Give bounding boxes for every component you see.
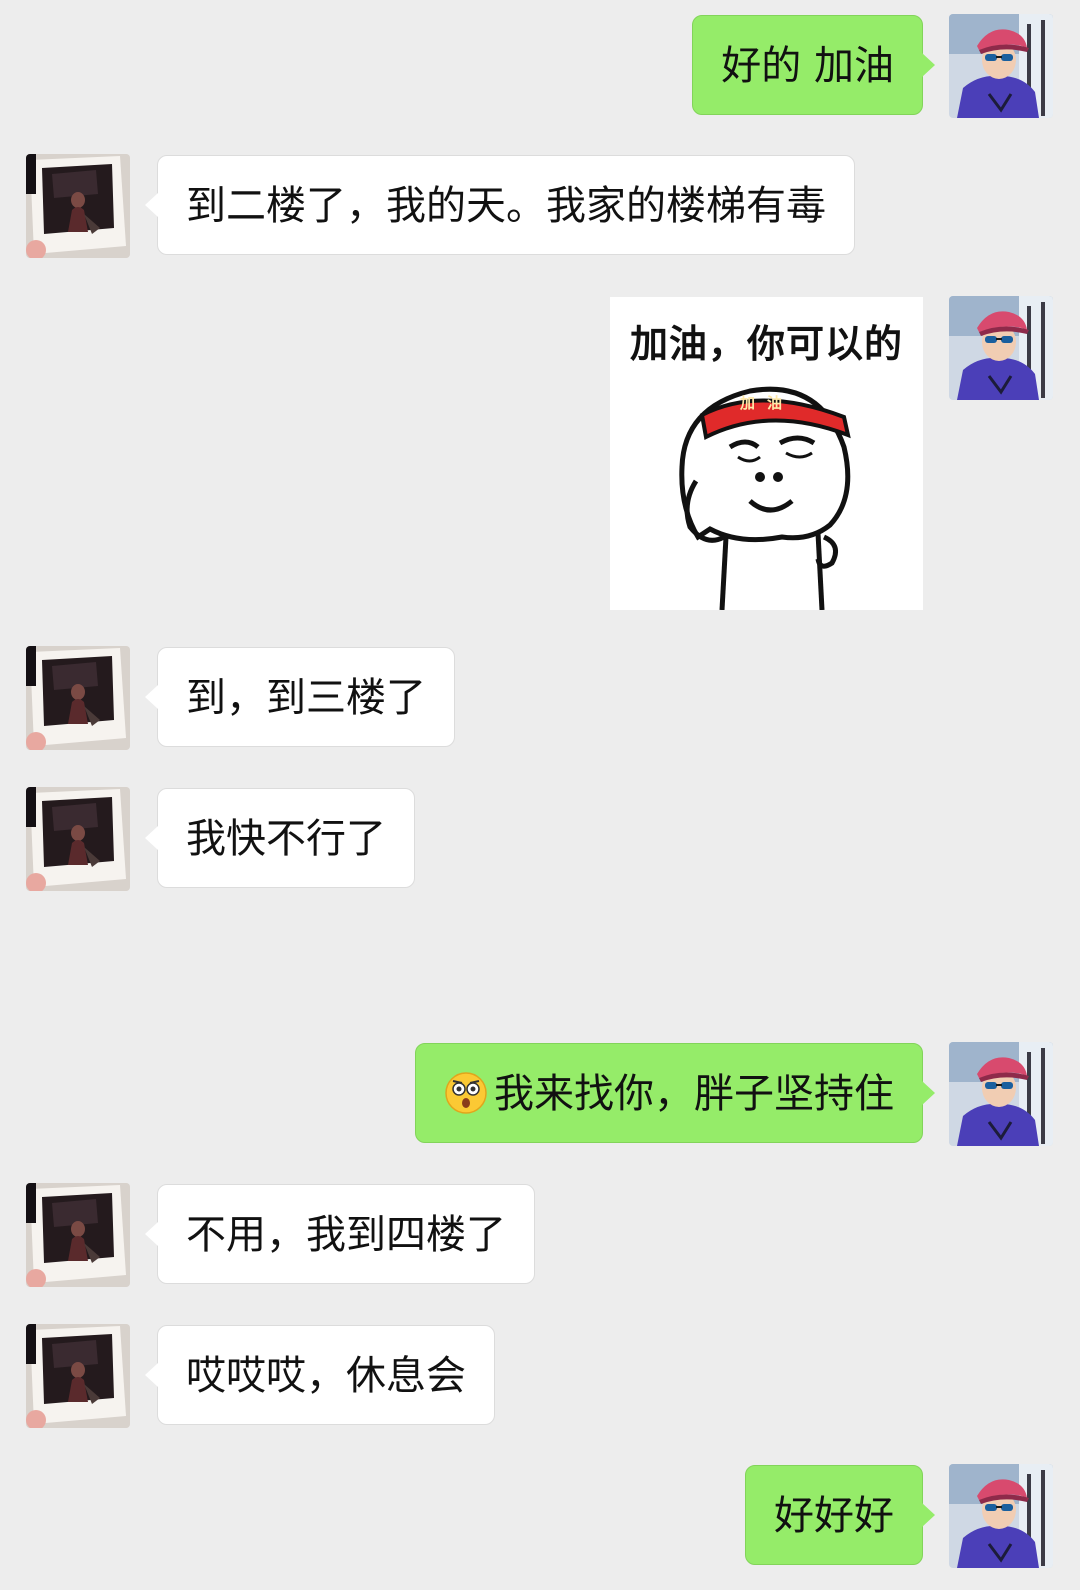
message-text: 我快不行了 xyxy=(186,816,386,862)
chat-bubble-incoming[interactable]: 到，到三楼了 xyxy=(145,647,455,747)
contact-avatar[interactable] xyxy=(26,787,130,891)
chat-bubble-outgoing[interactable]: 好好好 xyxy=(745,1465,935,1565)
chat-bubble-incoming[interactable]: 哎哎哎，休息会 xyxy=(145,1325,495,1425)
message-text: 不用，我到四楼了 xyxy=(186,1212,506,1258)
headband-label: 加油 xyxy=(740,394,795,412)
chat-bubble-incoming[interactable]: 到二楼了，我的天。我家的楼梯有毒 xyxy=(145,155,855,255)
message-text: 好好好 xyxy=(774,1493,894,1539)
self-avatar[interactable] xyxy=(949,14,1053,118)
self-avatar[interactable] xyxy=(949,1042,1053,1146)
chat-bubble-incoming[interactable]: 不用，我到四楼了 xyxy=(145,1184,535,1284)
sticker-message[interactable]: 加油，你可以的 加油 xyxy=(610,297,923,610)
chat-bubble-outgoing[interactable]: 好的 加油 xyxy=(692,15,935,115)
contact-avatar[interactable] xyxy=(26,1324,130,1428)
contact-avatar[interactable] xyxy=(26,1183,130,1287)
self-avatar[interactable] xyxy=(949,1464,1053,1568)
contact-avatar[interactable] xyxy=(26,154,130,258)
surprised-face-emoji xyxy=(444,1071,488,1115)
chat-bubble-outgoing[interactable]: 我来找你，胖子坚持住 xyxy=(415,1043,935,1143)
sticker-caption: 加油，你可以的 xyxy=(629,322,903,366)
contact-avatar[interactable] xyxy=(26,646,130,750)
message-text: 到，到三楼了 xyxy=(186,675,426,721)
message-text: 到二楼了，我的天。我家的楼梯有毒 xyxy=(186,183,826,229)
message-text: 我来找你，胖子坚持住 xyxy=(494,1071,894,1117)
self-avatar[interactable] xyxy=(949,296,1053,400)
message-text: 好的 加油 xyxy=(721,43,894,89)
chat-bubble-incoming[interactable]: 我快不行了 xyxy=(145,788,415,888)
message-text: 哎哎哎，休息会 xyxy=(186,1353,466,1399)
